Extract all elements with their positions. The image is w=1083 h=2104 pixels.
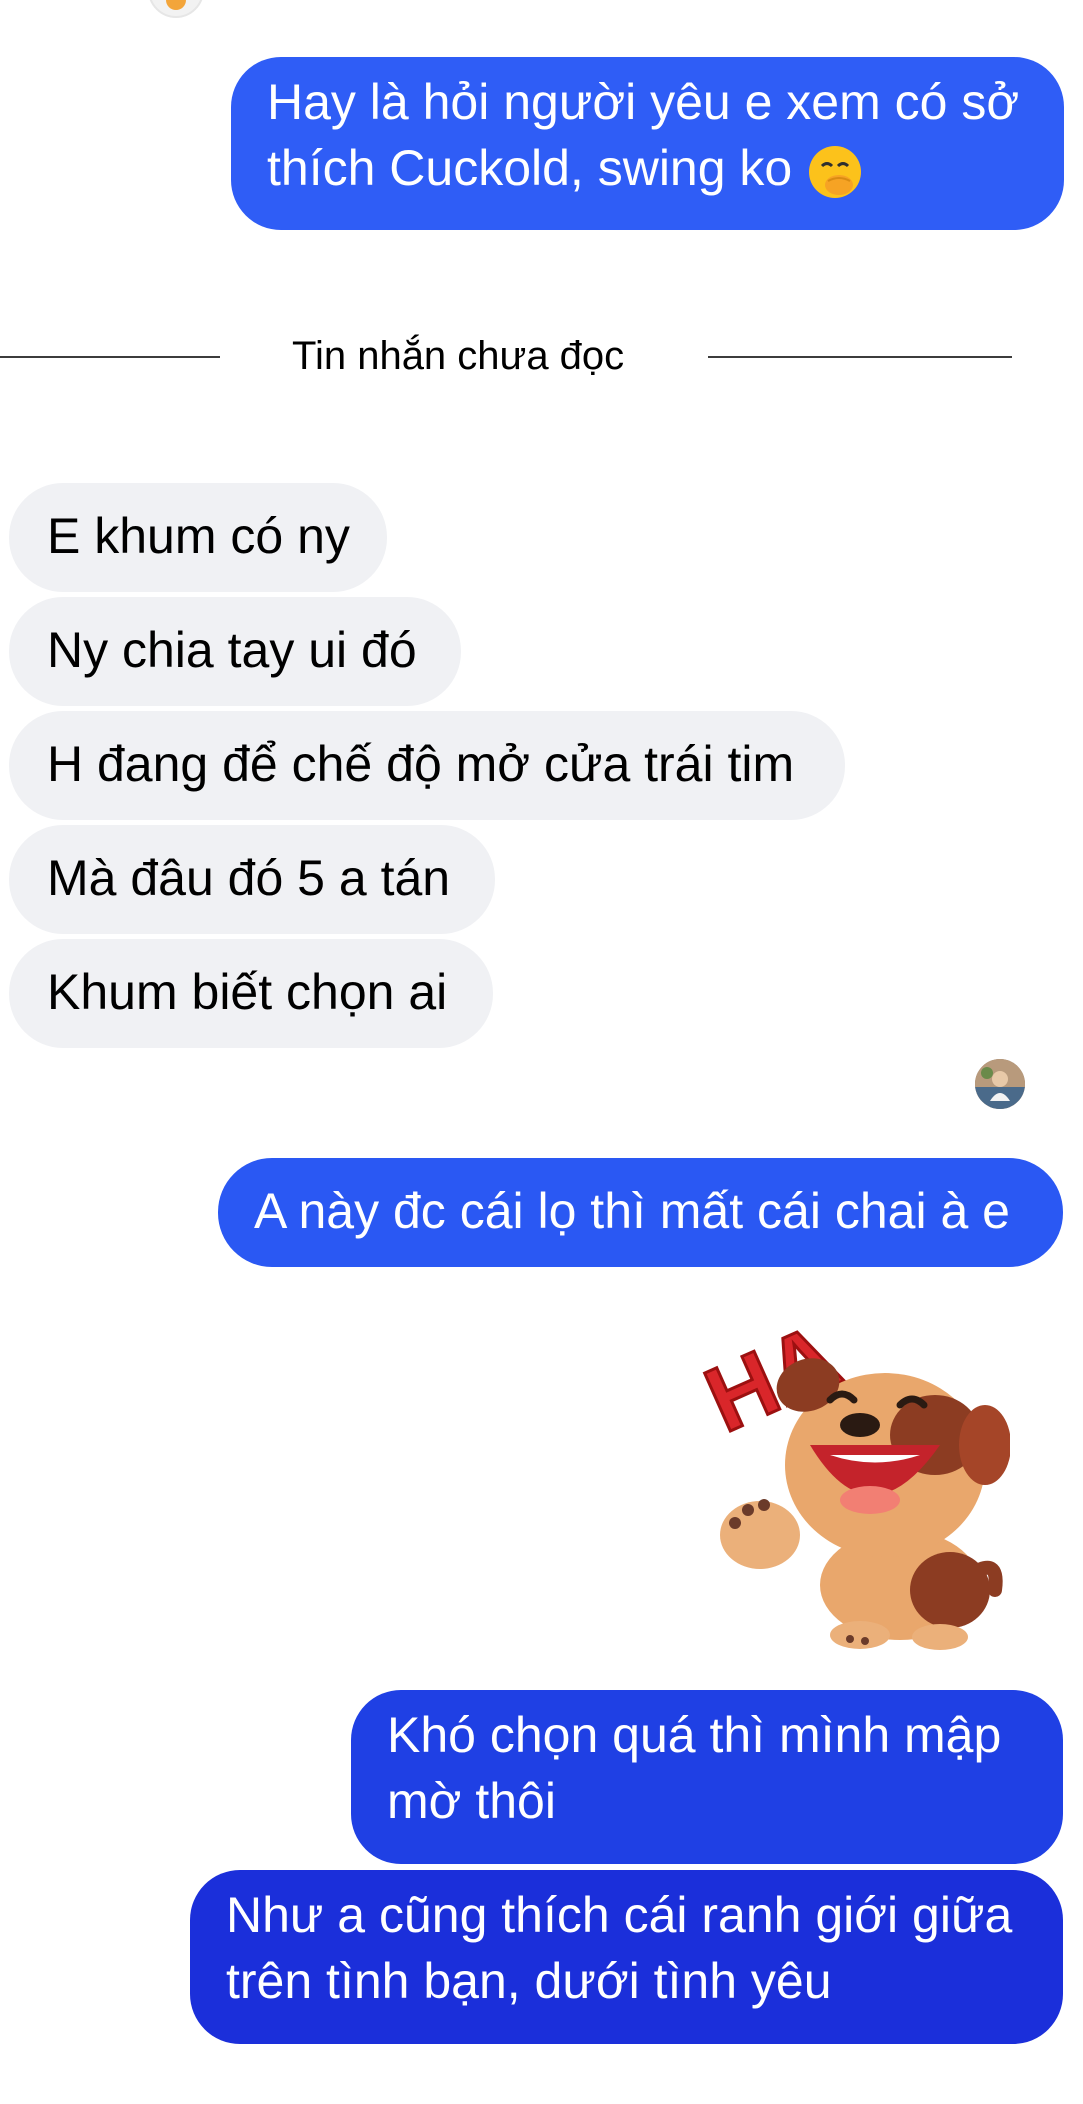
incoming-message-2[interactable]: Ny chia tay ui đó — [9, 597, 461, 706]
message-text: A này đc cái lọ thì mất cái chai à e — [254, 1183, 1010, 1239]
outgoing-message-4[interactable]: Như a cũng thích cái ranh giới giữa trên… — [190, 1870, 1063, 2044]
message-line: Khó chọn quá thì mình mập — [387, 1707, 1002, 1763]
outgoing-message-1[interactable]: Hay là hỏi người yêu e xem có sở thích C… — [231, 57, 1064, 230]
face-with-hand-over-mouth-icon — [809, 145, 862, 198]
read-receipt-avatar[interactable] — [975, 1059, 1025, 1109]
laughing-dog-sticker-icon[interactable]: HA — [690, 1303, 1011, 1660]
incoming-message-5[interactable]: Khum biết chọn ai — [9, 939, 493, 1048]
message-line: mờ thôi — [387, 1773, 556, 1829]
unread-divider-label: Tin nhắn chưa đọc — [292, 334, 625, 378]
message-text: Ny chia tay ui đó — [47, 622, 417, 678]
message-text: H đang để chế độ mở cửa trái tim — [47, 736, 795, 792]
message-line: Hay là hỏi người yêu e xem có sở — [267, 74, 1020, 130]
message-text: E khum có ny — [47, 508, 350, 564]
avatar-photo-icon — [975, 1059, 1025, 1109]
message-text: Mà đâu đó 5 a tán — [47, 850, 451, 906]
divider-line-right — [708, 356, 1012, 358]
message-text: Khum biết chọn ai — [47, 964, 448, 1020]
message-line-with-emoji: thích Cuckold, swing ko — [267, 135, 1028, 201]
message-line: Như a cũng thích cái ranh giới giữa — [226, 1887, 1013, 1943]
incoming-message-1[interactable]: E khum có ny — [9, 483, 387, 592]
message-line: trên tình bạn, dưới tình yêu — [226, 1953, 832, 2009]
incoming-message-3[interactable]: H đang để chế độ mở cửa trái tim — [9, 711, 845, 820]
message-line: thích Cuckold, swing ko — [267, 140, 793, 196]
outgoing-message-2[interactable]: A này đc cái lọ thì mất cái chai à e — [218, 1158, 1063, 1267]
outgoing-message-3[interactable]: Khó chọn quá thì mình mập mờ thôi — [351, 1690, 1063, 1864]
dog-sticker-graphic: HA — [690, 1303, 1011, 1650]
divider-line-left — [0, 356, 220, 358]
avatar-partial-top[interactable] — [148, 0, 204, 18]
incoming-message-4[interactable]: Mà đâu đó 5 a tán — [9, 825, 495, 934]
